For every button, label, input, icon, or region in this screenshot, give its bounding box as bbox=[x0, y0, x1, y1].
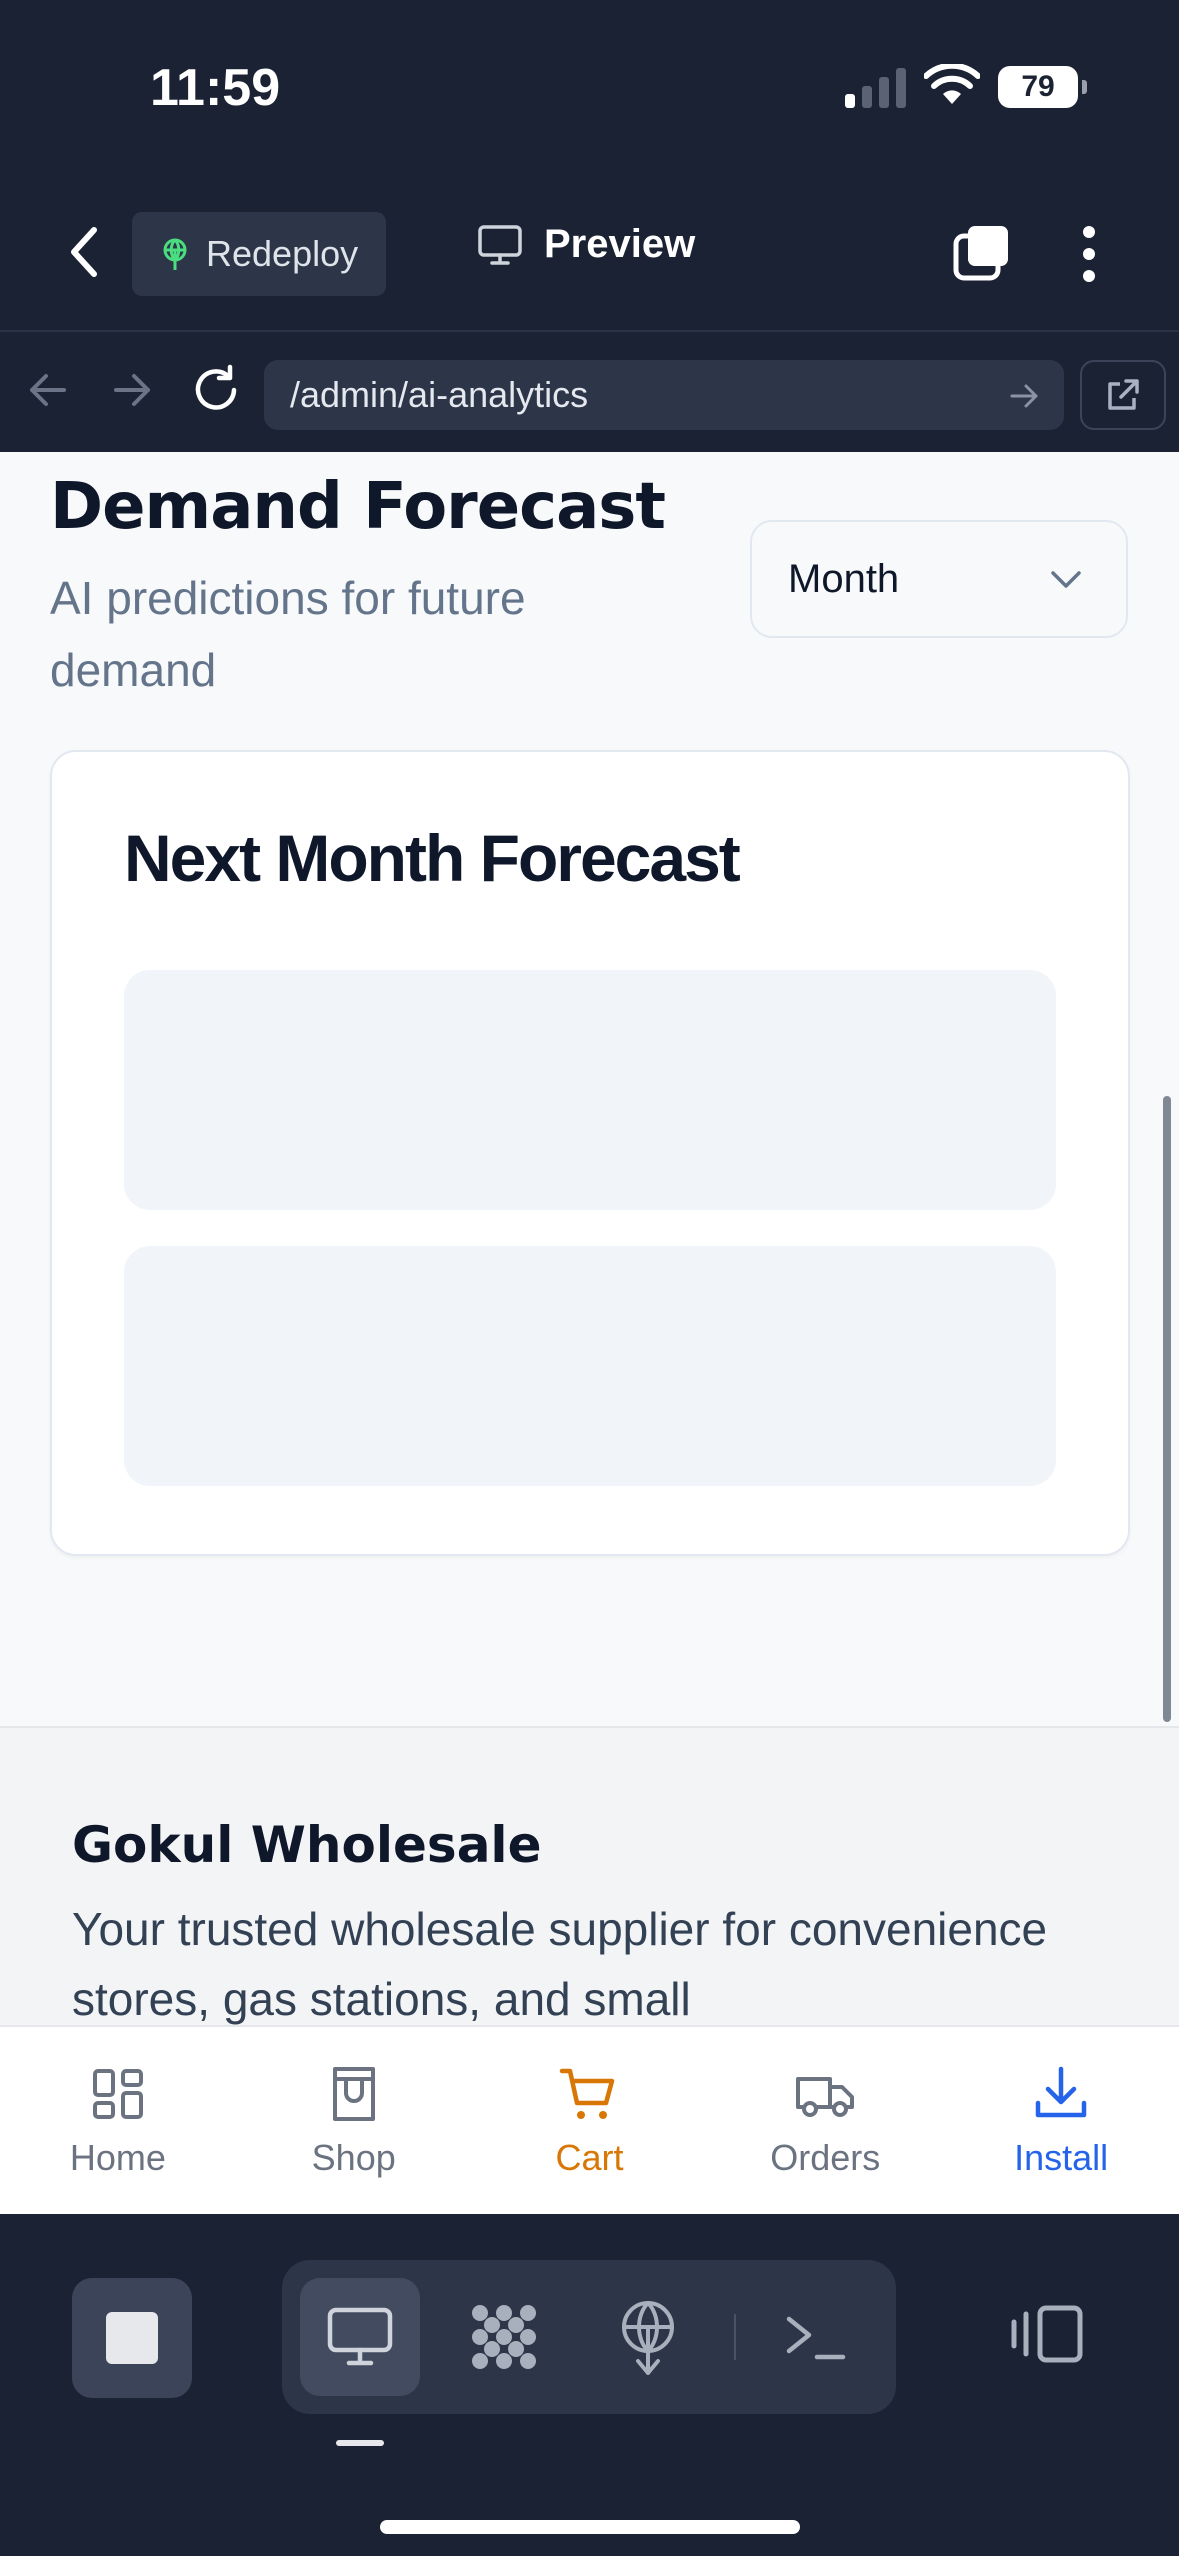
url-text: /admin/ai-analytics bbox=[290, 374, 589, 415]
wifi-icon bbox=[924, 64, 980, 104]
preview-label: Preview bbox=[544, 222, 696, 266]
stop-button[interactable] bbox=[72, 2278, 192, 2398]
download-icon bbox=[1035, 2066, 1087, 2118]
battery-indicator: 79 bbox=[998, 66, 1087, 108]
redeploy-label: Redeploy bbox=[206, 233, 359, 274]
nav-shop-label: Shop bbox=[311, 2137, 396, 2178]
preview-tab[interactable]: Preview bbox=[478, 222, 695, 267]
browser-forward-icon[interactable] bbox=[104, 362, 160, 418]
page-title: Demand Forecast bbox=[50, 470, 666, 544]
url-input[interactable]: /admin/ai-analytics bbox=[264, 360, 1064, 430]
more-options-icon[interactable] bbox=[1066, 222, 1112, 286]
cellular-signal-icon bbox=[845, 68, 906, 108]
nav-cart[interactable]: Cart bbox=[472, 2027, 708, 2214]
back-chevron-icon[interactable] bbox=[60, 222, 110, 282]
divider bbox=[734, 2314, 736, 2360]
nav-cart-label: Cart bbox=[555, 2137, 624, 2178]
nav-home-label: Home bbox=[69, 2137, 166, 2178]
nav-home[interactable]: Home bbox=[0, 2027, 236, 2214]
url-bar: /admin/ai-analytics bbox=[0, 330, 1179, 452]
nav-install[interactable]: Install bbox=[943, 2027, 1179, 2214]
webview: Demand Forecast AI predictions for futur… bbox=[0, 452, 1179, 2214]
loading-skeleton bbox=[124, 1246, 1056, 1486]
period-select-value: Month bbox=[788, 556, 900, 601]
scrollbar[interactable] bbox=[1163, 1096, 1171, 1722]
monitor-icon bbox=[327, 2307, 393, 2366]
shop-icon bbox=[332, 2067, 375, 2121]
layout-toggle-icon[interactable] bbox=[1008, 2302, 1088, 2366]
redeploy-button[interactable]: Redeploy bbox=[132, 212, 386, 296]
home-indicator[interactable] bbox=[380, 2520, 800, 2534]
shell-tool-button[interactable] bbox=[756, 2278, 876, 2396]
status-time: 11:59 bbox=[150, 59, 281, 117]
period-select[interactable]: Month bbox=[750, 520, 1128, 638]
truck-icon bbox=[796, 2077, 855, 2117]
nav-shop[interactable]: Shop bbox=[236, 2027, 472, 2214]
nav-orders-label: Orders bbox=[770, 2137, 881, 2178]
cart-icon bbox=[560, 2068, 615, 2119]
agent-icon bbox=[472, 2305, 536, 2369]
monitor-icon bbox=[478, 224, 522, 265]
page-subtitle: AI predictions for future demand bbox=[50, 572, 526, 696]
chevron-down-icon bbox=[1051, 571, 1081, 588]
external-link-icon bbox=[1108, 379, 1139, 410]
forecast-card-title: Next Month Forecast bbox=[124, 821, 741, 895]
preview-tool-button[interactable] bbox=[300, 2278, 420, 2396]
reload-icon[interactable] bbox=[188, 362, 244, 418]
deployments-tool-button[interactable] bbox=[588, 2278, 708, 2396]
browser-back-icon[interactable] bbox=[20, 362, 76, 418]
bottom-navigation: Home Shop Cart Orders Install bbox=[0, 2025, 1179, 2214]
loading-skeleton bbox=[124, 970, 1056, 1210]
active-tool-indicator bbox=[336, 2440, 384, 2446]
grid-icon bbox=[92, 2069, 143, 2119]
go-arrow-icon[interactable] bbox=[1006, 378, 1042, 414]
tool-switcher bbox=[282, 2260, 896, 2414]
tabs-switcher-icon[interactable] bbox=[950, 222, 1014, 286]
footer-brand-name: Gokul Wholesale bbox=[72, 1816, 542, 1874]
deploy-icon bbox=[163, 238, 187, 270]
deploy-icon bbox=[622, 2301, 674, 2375]
app-header: 11:59 79 Redeploy Preview bbox=[0, 0, 1179, 330]
nav-install-label: Install bbox=[1014, 2137, 1109, 2178]
footer-tagline: Your trusted wholesale supplier for conv… bbox=[72, 1903, 1048, 2025]
forecast-card: Next Month Forecast bbox=[50, 750, 1130, 1556]
nav-orders[interactable]: Orders bbox=[707, 2027, 943, 2214]
agent-tool-button[interactable] bbox=[444, 2278, 564, 2396]
terminal-icon bbox=[786, 2316, 846, 2360]
ide-dock bbox=[0, 2214, 1179, 2556]
open-external-button[interactable] bbox=[1080, 360, 1166, 430]
